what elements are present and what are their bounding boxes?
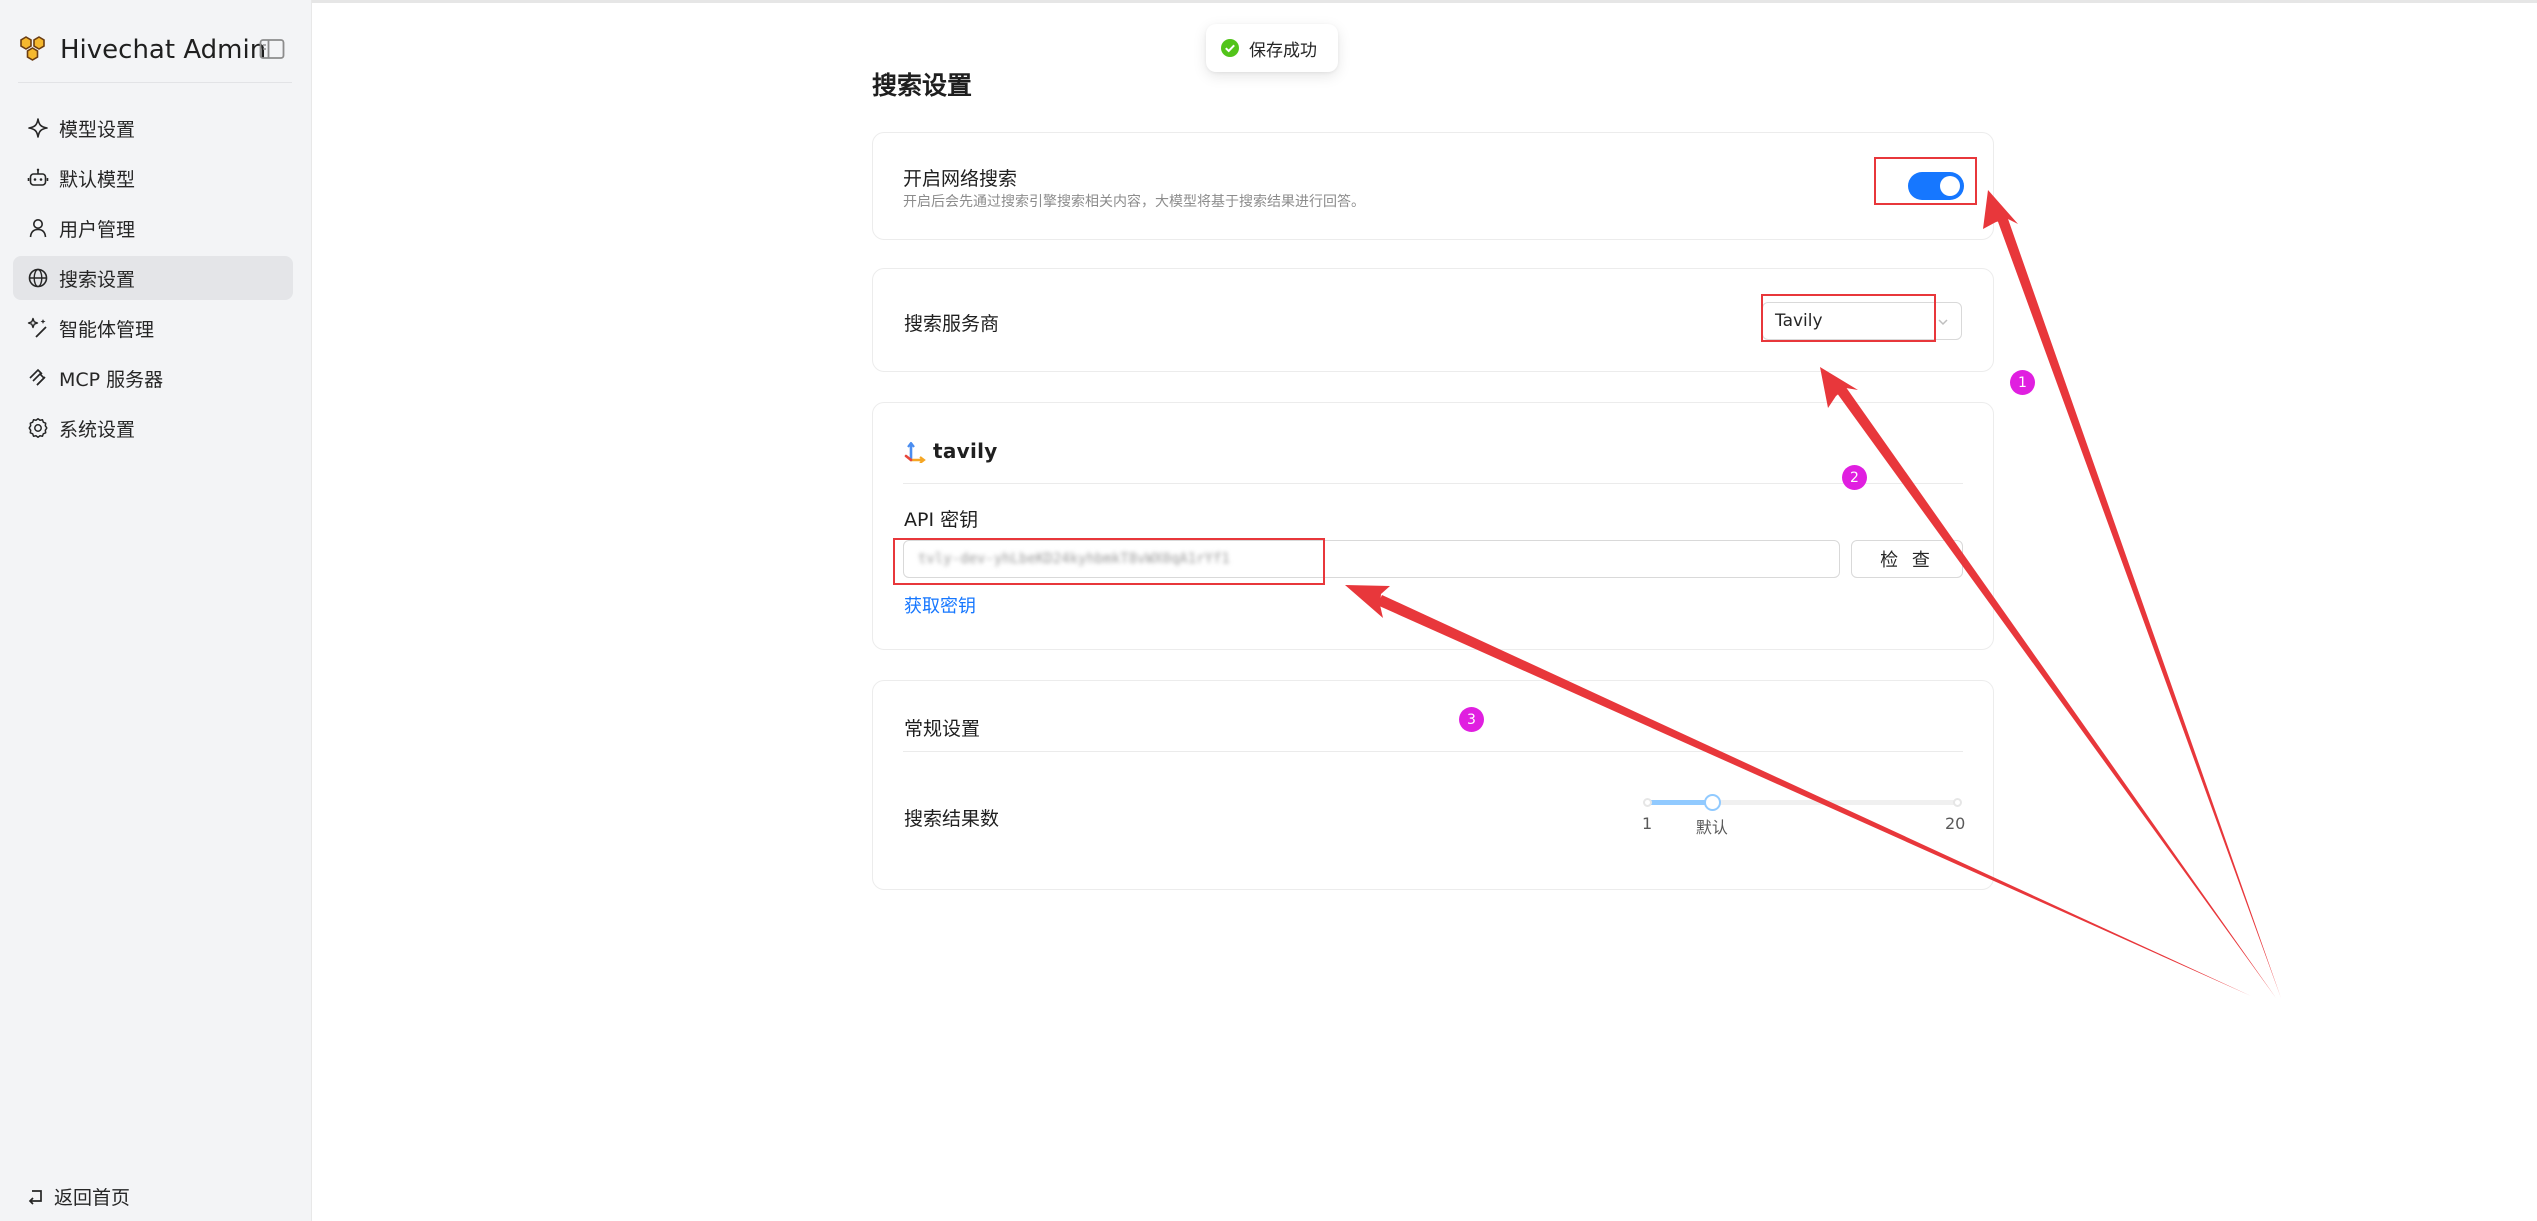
brand[interactable]: Hivechat Admin bbox=[18, 30, 266, 70]
sidebar-item-system-settings[interactable]: 系统设置 bbox=[13, 406, 293, 450]
annotation-badge-3: 3 bbox=[1459, 707, 1484, 732]
annotation-box-api-key bbox=[893, 538, 1325, 585]
top-border bbox=[312, 0, 2537, 3]
hive-logo-icon bbox=[20, 36, 45, 61]
sidebar-item-agent-management[interactable]: 智能体管理 bbox=[13, 306, 293, 350]
sidebar-item-label: 默认模型 bbox=[59, 168, 136, 191]
back-home-label: 返回首页 bbox=[54, 1186, 131, 1209]
sidebar-item-label: 智能体管理 bbox=[59, 318, 155, 341]
gear-icon bbox=[28, 418, 48, 438]
back-home-link[interactable]: 返回首页 bbox=[26, 1178, 130, 1214]
tavily-card bbox=[872, 402, 1994, 650]
web-search-description: 开启后会先通过搜索引擎搜索相关内容，大模型将基于搜索结果进行回答。 bbox=[903, 194, 1365, 210]
tavily-logo: tavily bbox=[903, 439, 998, 463]
sidebar-item-label: 系统设置 bbox=[59, 418, 136, 441]
return-icon bbox=[28, 1190, 42, 1205]
user-icon bbox=[29, 219, 47, 238]
annotation-badge-1: 1 bbox=[2010, 370, 2035, 395]
results-count-label: 搜索结果数 bbox=[904, 808, 1000, 830]
sidebar-item-label: MCP 服务器 bbox=[59, 368, 164, 391]
mcp-icon bbox=[29, 368, 46, 386]
check-button[interactable]: 检 查 bbox=[1851, 540, 1963, 578]
sidebar: Hivechat Admin 模型设置 默认模型 用户管理 搜索设置 智能体管理… bbox=[0, 0, 312, 1221]
success-toast: 保存成功 bbox=[1206, 24, 1338, 72]
success-check-icon bbox=[1221, 39, 1239, 57]
slider-mark-max: 20 bbox=[1945, 814, 1966, 833]
brand-divider bbox=[18, 82, 292, 83]
general-settings-title: 常规设置 bbox=[904, 718, 981, 740]
get-key-link[interactable]: 获取密钥 bbox=[904, 592, 976, 618]
provider-label: 搜索服务商 bbox=[904, 313, 1000, 335]
slider-mark-min: 1 bbox=[1642, 814, 1653, 833]
results-slider-track bbox=[1646, 800, 1712, 805]
slider-dot-min bbox=[1643, 798, 1652, 807]
sidebar-item-model-settings[interactable]: 模型设置 bbox=[13, 106, 293, 150]
sidebar-item-mcp-server[interactable]: MCP 服务器 bbox=[13, 356, 293, 400]
slider-dot-max bbox=[1953, 798, 1962, 807]
annotation-arrow-1 bbox=[1997, 216, 2281, 998]
general-settings-card bbox=[872, 680, 1994, 890]
toast-message: 保存成功 bbox=[1249, 40, 1317, 61]
sidebar-collapse-icon[interactable] bbox=[259, 38, 285, 60]
tavily-logo-text: tavily bbox=[933, 439, 998, 463]
globe-icon bbox=[28, 268, 48, 288]
sidebar-item-label: 用户管理 bbox=[59, 218, 136, 241]
annotation-box-provider bbox=[1761, 294, 1936, 342]
chevron-down-icon bbox=[1938, 319, 1948, 326]
sidebar-item-default-model[interactable]: 默认模型 bbox=[13, 156, 293, 200]
sidebar-item-user-management[interactable]: 用户管理 bbox=[13, 206, 293, 250]
sidebar-item-label: 模型设置 bbox=[59, 118, 136, 141]
sidebar-item-search-settings[interactable]: 搜索设置 bbox=[13, 256, 293, 300]
slider-mark-default: 默认 bbox=[1695, 818, 1728, 837]
app-title: Hivechat Admin bbox=[60, 35, 267, 65]
annotation-box-toggle bbox=[1874, 157, 1977, 205]
web-search-card bbox=[872, 132, 1994, 240]
results-slider-handle[interactable] bbox=[1703, 794, 1721, 811]
sidebar-item-label: 搜索设置 bbox=[59, 268, 136, 291]
general-divider bbox=[903, 751, 1963, 752]
sidebar-nav: 模型设置 默认模型 用户管理 搜索设置 智能体管理 MCP 服务器 系统设置 bbox=[13, 106, 293, 456]
api-key-label: API 密钥 bbox=[904, 509, 979, 531]
page-title: 搜索设置 bbox=[872, 71, 973, 100]
magic-icon bbox=[27, 317, 47, 338]
tavily-logo-icon bbox=[904, 441, 926, 463]
robot-icon bbox=[27, 168, 49, 186]
web-search-title: 开启网络搜索 bbox=[903, 168, 1018, 190]
sparkle-icon bbox=[28, 118, 48, 138]
annotation-badge-2: 2 bbox=[1842, 465, 1867, 490]
tavily-divider bbox=[903, 483, 1963, 484]
